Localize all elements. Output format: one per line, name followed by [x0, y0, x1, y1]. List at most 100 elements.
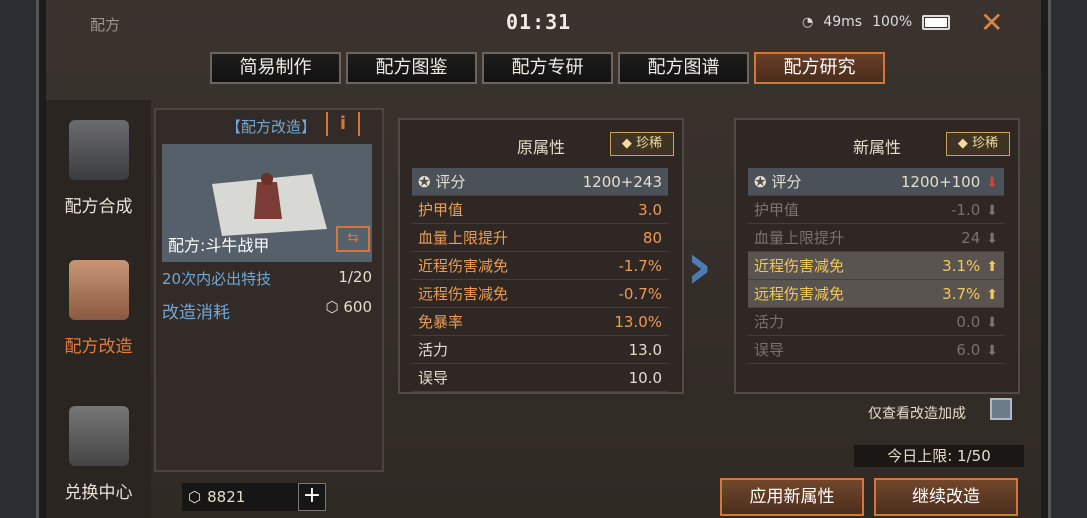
attr-row-score: ✪ 评分 1200+100 ⬇ — [748, 168, 1004, 196]
printer-icon — [68, 120, 129, 180]
cost-value: 600 — [343, 298, 372, 316]
sidebar: 配方合成 配方改造 兑换中心 — [46, 100, 151, 518]
attr-row: 误导 6.0 ⬇ — [748, 336, 1004, 364]
new-attributes-panel: 新属性 ◆ 珍稀 ✪ 评分 1200+100 ⬇ 护甲值 -1.0 ⬇ 血量上限提升 24… — [734, 118, 1020, 394]
apply-new-attributes-button[interactable]: 应用新属性 — [720, 478, 864, 516]
swap-icon[interactable]: ⇆ — [336, 226, 370, 252]
attr-label: 远程伤害减免 — [754, 285, 845, 303]
tab-simple-craft[interactable]: 简易制作 — [210, 52, 341, 84]
sidebar-item-recipe-modify[interactable]: 配方改造 — [46, 260, 151, 357]
attr-label: 评分 — [435, 173, 466, 191]
continue-modify-button[interactable]: 继续改造 — [874, 478, 1018, 516]
wifi-icon: ◔ — [802, 14, 814, 30]
attr-row: 远程伤害减免 3.7% ⬆ — [748, 280, 1004, 308]
guarantee-row: 20次内必出特技 1/20 — [162, 268, 372, 289]
arrow-down-icon: ⬇ — [986, 342, 998, 359]
attr-label: 误导 — [754, 341, 785, 359]
battery-icon — [922, 14, 951, 30]
attr-label: 评分 — [771, 173, 802, 191]
attr-label: 远程伤害减免 — [418, 285, 509, 303]
attr-row: 护甲值 -1.0 ⬇ — [748, 196, 1004, 224]
attr-row: 血量上限提升 24 ⬇ — [748, 224, 1004, 252]
sidebar-label: 配方改造 — [64, 337, 133, 357]
attr-value: 80 — [642, 228, 662, 247]
game-screen: 配方 01:31 ◔ 49ms 100% ✕ 简易制作 配方图鉴 配方专研 配方… — [46, 0, 1041, 518]
star-icon: ✪ — [418, 173, 431, 191]
daily-limit: 今日上限: 1/50 — [854, 445, 1024, 467]
blueprint-edit-icon — [68, 260, 129, 320]
attr-value: -0.7% — [618, 284, 662, 303]
attr-row: 活力 13.0 — [412, 336, 668, 364]
attr-label: 血量上限提升 — [418, 229, 509, 247]
attr-value: 3.1% — [942, 256, 981, 275]
attr-value: 24 — [961, 228, 981, 247]
attr-label: 活力 — [418, 341, 449, 359]
attr-row: 免暴率 13.0% — [412, 308, 668, 336]
close-icon[interactable]: ✕ — [980, 6, 1003, 39]
cube-icon: ⬡ — [325, 298, 339, 316]
attr-value: 0.0 — [956, 312, 981, 331]
info-icon[interactable]: i — [326, 112, 360, 136]
add-currency-button[interactable]: + — [298, 483, 326, 511]
sidebar-label: 兑换中心 — [64, 483, 133, 503]
guarantee-label: 20次内必出特技 — [162, 270, 272, 288]
attr-row: 远程伤害减免 -0.7% — [412, 280, 668, 308]
cost-label: 改造消耗 — [162, 303, 230, 323]
attr-row: 近程伤害减免 3.1% ⬆ — [748, 252, 1004, 280]
guarantee-progress: 1/20 — [338, 268, 372, 286]
attr-label: 近程伤害减免 — [418, 257, 509, 275]
rarity-text: 珍稀 — [636, 136, 663, 151]
attr-value: 10.0 — [628, 368, 662, 387]
attr-label: 护甲值 — [418, 201, 464, 219]
attr-value: 13.0% — [614, 312, 662, 331]
arrow-down-icon: ⬇ — [986, 314, 998, 331]
rarity-badge: ◆ 珍稀 — [610, 132, 674, 156]
filter-checkbox[interactable] — [990, 398, 1012, 420]
sidebar-item-exchange[interactable]: 兑换中心 — [46, 406, 151, 503]
attr-label: 近程伤害减免 — [754, 257, 845, 275]
attr-value: 3.7% — [942, 284, 981, 303]
sidebar-item-recipe-synthesis[interactable]: 配方合成 — [46, 120, 151, 217]
attr-row: 误导 10.0 — [412, 364, 668, 392]
filter-label: 仅查看改造加成 — [868, 406, 966, 422]
attr-value: 3.0 — [638, 200, 662, 219]
tab-recipe-study[interactable]: 配方专研 — [482, 52, 613, 84]
currency-bar: ⬡ 8821 + — [182, 483, 326, 511]
attr-label: 护甲值 — [754, 201, 800, 219]
tab-recipe-catalog[interactable]: 配方图鉴 — [346, 52, 477, 84]
sidebar-label: 配方合成 — [64, 197, 133, 217]
arrow-up-icon: ⬆ — [986, 258, 998, 275]
attr-value: -1.7% — [618, 256, 662, 275]
clock: 01:31 — [506, 10, 572, 34]
attr-row: 近程伤害减免 -1.7% — [412, 252, 668, 280]
arrow-up-icon: ⬆ — [986, 286, 998, 303]
attr-label: 误导 — [418, 369, 449, 387]
attr-label: 活力 — [754, 313, 785, 331]
cost-row: 改造消耗 ⬡ 600 — [162, 298, 372, 323]
original-rows: ✪ 评分 1200+243 护甲值 3.0 血量上限提升 80 近程伤害减免 -1.7%… — [412, 168, 668, 392]
new-rows: ✪ 评分 1200+100 ⬇ 护甲值 -1.0 ⬇ 血量上限提升 24 ⬇ 近程伤害减免 3… — [748, 168, 1004, 364]
arrow-down-icon: ⬇ — [986, 202, 998, 219]
attr-row: 活力 0.0 ⬇ — [748, 308, 1004, 336]
chevron-right-icon: › — [686, 230, 713, 304]
attr-row: 血量上限提升 80 — [412, 224, 668, 252]
star-icon: ✪ — [754, 173, 767, 191]
attr-label: 血量上限提升 — [754, 229, 845, 247]
arrow-down-icon: ⬇ — [986, 174, 998, 191]
tab-bar: 简易制作 配方图鉴 配方专研 配方图谱 配方研究 — [210, 52, 885, 84]
attr-value: 6.0 — [956, 340, 981, 359]
attr-row-score: ✪ 评分 1200+243 — [412, 168, 668, 196]
tab-recipe-research[interactable]: 配方研究 — [754, 52, 885, 84]
attr-value: -1.0 — [950, 200, 981, 219]
shopping-bag-icon — [68, 406, 129, 466]
attr-row: 护甲值 3.0 — [412, 196, 668, 224]
window-title: 配方 — [90, 16, 121, 34]
currency-amount: 8821 — [207, 488, 246, 506]
attr-value: 1200+100 — [900, 172, 981, 191]
arrow-down-icon: ⬇ — [986, 230, 998, 247]
recipe-panel: 【配方改造】 i 配方:斗牛战甲 ⇆ 20次内必出特技 1/20 改造消耗 ⬡ … — [154, 108, 384, 472]
cube-icon: ⬡ — [188, 488, 202, 506]
attr-label: 免暴率 — [418, 313, 464, 331]
tab-recipe-map[interactable]: 配方图谱 — [618, 52, 749, 84]
battery-text: 100% — [872, 14, 913, 30]
